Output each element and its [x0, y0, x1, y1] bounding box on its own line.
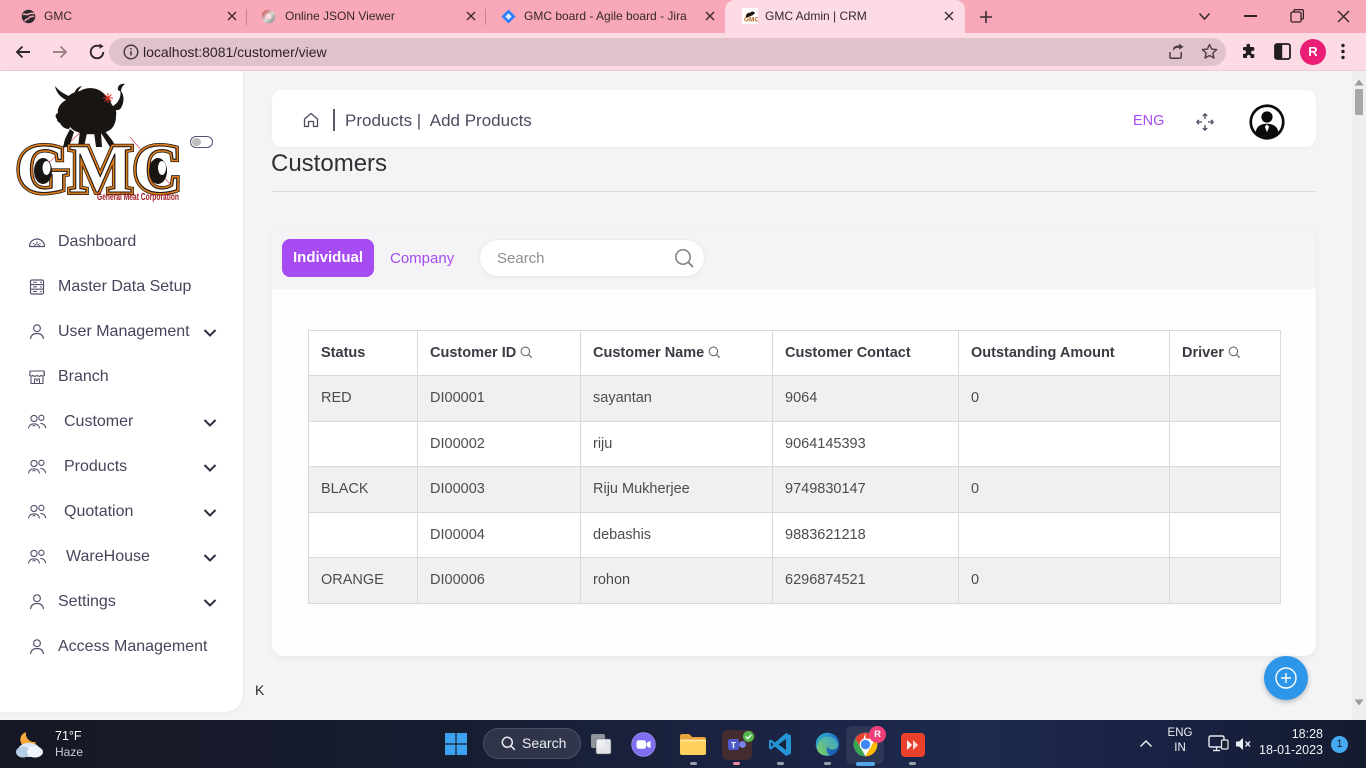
svg-text:General Meat Corporation: General Meat Corporation — [97, 191, 179, 203]
svg-text:GMC: GMC — [744, 17, 758, 24]
svg-text:T: T — [731, 740, 737, 750]
